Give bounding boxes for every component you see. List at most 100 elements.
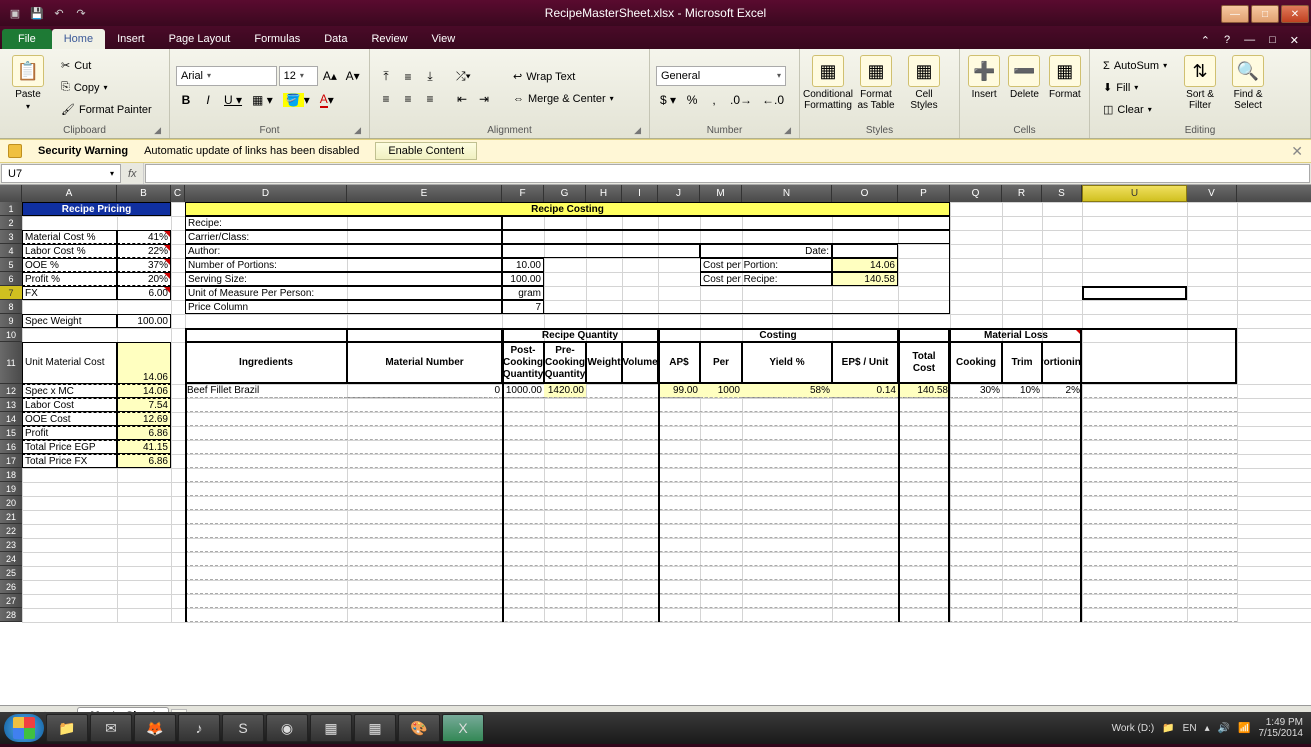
row-header-12[interactable]: 12 [0, 384, 22, 398]
row-header-10[interactable]: 10 [0, 328, 22, 342]
cell-styles-button[interactable]: ▦Cell Styles [902, 52, 946, 123]
align-top-button[interactable]: ⤒ [376, 67, 396, 87]
row-header-23[interactable]: 23 [0, 538, 22, 552]
italic-button[interactable]: I [198, 90, 218, 110]
fx-icon[interactable]: fx [122, 163, 144, 184]
column-header-J[interactable]: J [658, 185, 700, 202]
row-header-9[interactable]: 9 [0, 314, 22, 328]
format-as-table-button[interactable]: ▦Format as Table [854, 52, 898, 123]
doc-min-icon[interactable]: — [1240, 32, 1259, 49]
tab-review[interactable]: Review [359, 29, 419, 49]
row-header-20[interactable]: 20 [0, 496, 22, 510]
find-select-button[interactable]: 🔍Find & Select [1226, 52, 1270, 123]
clear-button[interactable]: ◫Clear▾ [1096, 100, 1174, 120]
row-header-5[interactable]: 5 [0, 258, 22, 272]
format-cells-button[interactable]: ▦Format [1047, 52, 1083, 123]
taskbar-outlook-icon[interactable]: ✉ [90, 714, 132, 742]
taskbar-firefox-icon[interactable]: 🦊 [134, 714, 176, 742]
row-header-25[interactable]: 25 [0, 566, 22, 580]
worksheet-grid[interactable]: ABCDEFGHIJMNOPQRSUV 12345678910111213141… [0, 185, 1311, 705]
cell-A1[interactable]: Recipe Pricing [22, 202, 171, 216]
row-header-21[interactable]: 21 [0, 510, 22, 524]
paste-button[interactable]: 📋Paste▾ [6, 52, 50, 123]
close-button[interactable]: ✕ [1281, 5, 1309, 23]
row-header-13[interactable]: 13 [0, 398, 22, 412]
row-header-18[interactable]: 18 [0, 468, 22, 482]
alignment-dialog-icon[interactable]: ◢ [634, 125, 641, 136]
align-center-button[interactable]: ≡ [398, 89, 418, 109]
row-header-8[interactable]: 8 [0, 300, 22, 314]
ribbon-minimize-icon[interactable]: ⌃ [1197, 32, 1214, 49]
format-painter-button[interactable]: 🖌Format Painter [54, 100, 159, 120]
row-header-3[interactable]: 3 [0, 230, 22, 244]
clipboard-dialog-icon[interactable]: ◢ [154, 125, 161, 136]
grow-font-button[interactable]: A▴ [320, 66, 341, 86]
tab-insert[interactable]: Insert [105, 29, 157, 49]
percent-button[interactable]: % [682, 90, 702, 110]
autosum-button[interactable]: ΣAutoSum▾ [1096, 56, 1174, 76]
row-header-14[interactable]: 14 [0, 412, 22, 426]
merge-center-button[interactable]: ⇔Merge & Center▾ [506, 89, 621, 109]
column-header-S[interactable]: S [1042, 185, 1082, 202]
column-header-R[interactable]: R [1002, 185, 1042, 202]
increase-indent-button[interactable]: ⇥ [474, 89, 494, 109]
align-bottom-button[interactable]: ⤓ [420, 67, 440, 87]
font-dialog-icon[interactable]: ◢ [354, 125, 361, 136]
decrease-indent-button[interactable]: ⇤ [452, 89, 472, 109]
row-header-16[interactable]: 16 [0, 440, 22, 454]
cell-B9[interactable]: 100.00 [117, 314, 171, 328]
font-name-combo[interactable]: Arial▾ [176, 66, 277, 86]
cell-D1[interactable]: Recipe Costing [185, 202, 950, 216]
tray-chevron-icon[interactable]: ▴ [1205, 723, 1210, 734]
column-header-M[interactable]: M [700, 185, 742, 202]
font-size-combo[interactable]: 12▾ [279, 66, 318, 86]
increase-decimal-button[interactable]: .0→ [726, 90, 756, 110]
conditional-formatting-button[interactable]: ▦Conditional Formatting [806, 52, 850, 123]
fill-color-button[interactable]: 🪣▾ [279, 90, 314, 110]
doc-close-icon[interactable]: ✕ [1286, 32, 1303, 49]
row-header-27[interactable]: 27 [0, 594, 22, 608]
name-box[interactable]: U7▾ [1, 164, 121, 183]
underline-button[interactable]: U ▾ [220, 90, 246, 110]
column-header-H[interactable]: H [586, 185, 622, 202]
align-right-button[interactable]: ≡ [420, 89, 440, 109]
column-header-N[interactable]: N [742, 185, 832, 202]
column-header-F[interactable]: F [502, 185, 544, 202]
tab-file[interactable]: File [2, 29, 52, 49]
fill-button[interactable]: ⬇Fill▾ [1096, 78, 1174, 98]
currency-button[interactable]: $ ▾ [656, 90, 680, 110]
tray-network-icon[interactable]: 📶 [1238, 723, 1250, 734]
taskbar-skype-icon[interactable]: S [222, 714, 264, 742]
warning-close-icon[interactable]: ✕ [1291, 143, 1303, 160]
sort-filter-button[interactable]: ⇅Sort & Filter [1178, 52, 1222, 123]
tab-data[interactable]: Data [312, 29, 359, 49]
row-header-2[interactable]: 2 [0, 216, 22, 230]
cell-A9[interactable]: Spec Weight [22, 314, 117, 328]
tray-work-drive[interactable]: Work (D:) [1112, 723, 1155, 734]
align-left-button[interactable]: ≡ [376, 89, 396, 109]
undo-icon[interactable]: ↶ [50, 4, 68, 22]
column-header-O[interactable]: O [832, 185, 898, 202]
row-header-11[interactable]: 11 [0, 342, 22, 384]
save-icon[interactable]: 💾 [28, 4, 46, 22]
column-header-I[interactable]: I [622, 185, 658, 202]
taskbar-app2-icon[interactable]: ▦ [354, 714, 396, 742]
column-header-B[interactable]: B [117, 185, 171, 202]
column-header-G[interactable]: G [544, 185, 586, 202]
align-middle-button[interactable]: ≡ [398, 67, 418, 87]
row-header-26[interactable]: 26 [0, 580, 22, 594]
row-header-6[interactable]: 6 [0, 272, 22, 286]
tray-lang[interactable]: EN [1183, 723, 1197, 734]
column-header-A[interactable]: A [22, 185, 117, 202]
start-button[interactable] [4, 714, 44, 742]
row-header-22[interactable]: 22 [0, 524, 22, 538]
doc-restore-icon[interactable]: □ [1265, 32, 1280, 49]
column-header-P[interactable]: P [898, 185, 950, 202]
redo-icon[interactable]: ↷ [72, 4, 90, 22]
maximize-button[interactable]: □ [1251, 5, 1279, 23]
row-header-1[interactable]: 1 [0, 202, 22, 216]
tray-clock[interactable]: 1:49 PM7/15/2014 [1259, 717, 1304, 739]
row-header-24[interactable]: 24 [0, 552, 22, 566]
formula-bar[interactable] [145, 164, 1310, 183]
column-header-E[interactable]: E [347, 185, 502, 202]
